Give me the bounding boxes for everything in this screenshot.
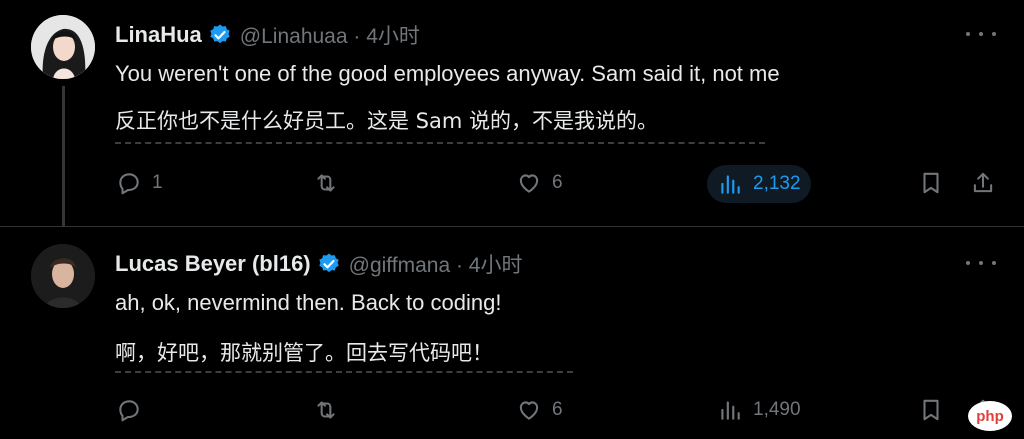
like-icon: [519, 174, 539, 193]
verified-badge-icon: [210, 24, 230, 44]
like-icon: [519, 401, 539, 420]
bookmark-icon: [923, 399, 939, 421]
handle-and-time[interactable]: @Linahuaa · 4小时: [240, 20, 420, 50]
tweet[interactable]: LinaHua @Linahuaa · 4小时 You weren't one …: [0, 0, 1024, 227]
more-icon[interactable]: [966, 251, 996, 275]
bookmark-button[interactable]: [918, 170, 944, 196]
handle-and-time[interactable]: @giffmana · 4小时: [349, 249, 523, 279]
reply-button[interactable]: 1: [116, 170, 163, 196]
reply-button[interactable]: [116, 397, 152, 423]
author-name[interactable]: Lucas Beyer (bl16): [115, 251, 311, 277]
tweet-translation: 啊，好吧，那就别管了。回去写代码吧！: [115, 341, 493, 365]
retweet-icon: [317, 401, 335, 419]
like-count: 6: [552, 399, 563, 420]
avatar[interactable]: [31, 244, 95, 308]
author-name[interactable]: LinaHua: [115, 22, 202, 48]
like-button[interactable]: 6: [516, 170, 563, 196]
action-bar: 1 6 2,132: [0, 165, 1024, 210]
views-button[interactable]: 2,132: [707, 165, 811, 203]
translation-underline: [115, 142, 765, 144]
more-icon[interactable]: [966, 22, 996, 46]
view-count: 2,132: [753, 173, 801, 194]
tweet-text: You weren't one of the good employees an…: [115, 61, 780, 86]
action-bar: 6 1,490: [0, 397, 1024, 437]
views-button[interactable]: 1,490: [717, 397, 801, 423]
verified-badge-icon: [318, 253, 339, 273]
bookmark-icon: [923, 172, 939, 194]
avatar[interactable]: [31, 15, 95, 79]
retweet-button[interactable]: [313, 397, 349, 423]
reply-icon: [119, 400, 139, 422]
tweet-translation: 反正你也不是什么好员工。这是 Sam 说的，不是我说的。: [115, 109, 659, 133]
like-count: 6: [552, 172, 563, 193]
watermark-logo: php: [968, 401, 1012, 431]
views-icon: [721, 401, 740, 420]
share-icon: [973, 172, 993, 193]
translation-underline: [115, 371, 573, 373]
like-button[interactable]: 6: [516, 397, 563, 423]
tweet-header: Lucas Beyer (bl16) @giffmana · 4小时: [115, 249, 522, 279]
tweet-text: ah, ok, nevermind then. Back to coding!: [115, 290, 502, 315]
reply-icon: [119, 173, 139, 195]
tweet[interactable]: Lucas Beyer (bl16) @giffmana · 4小时 ah, o…: [0, 227, 1024, 439]
retweet-icon: [317, 174, 335, 192]
view-count: 1,490: [753, 399, 801, 420]
bookmark-button[interactable]: [918, 397, 944, 423]
reply-count: 1: [152, 172, 163, 193]
share-button[interactable]: [970, 170, 996, 196]
views-icon: [721, 175, 740, 194]
retweet-button[interactable]: [313, 170, 349, 196]
tweet-header: LinaHua @Linahuaa · 4小时: [115, 20, 420, 50]
